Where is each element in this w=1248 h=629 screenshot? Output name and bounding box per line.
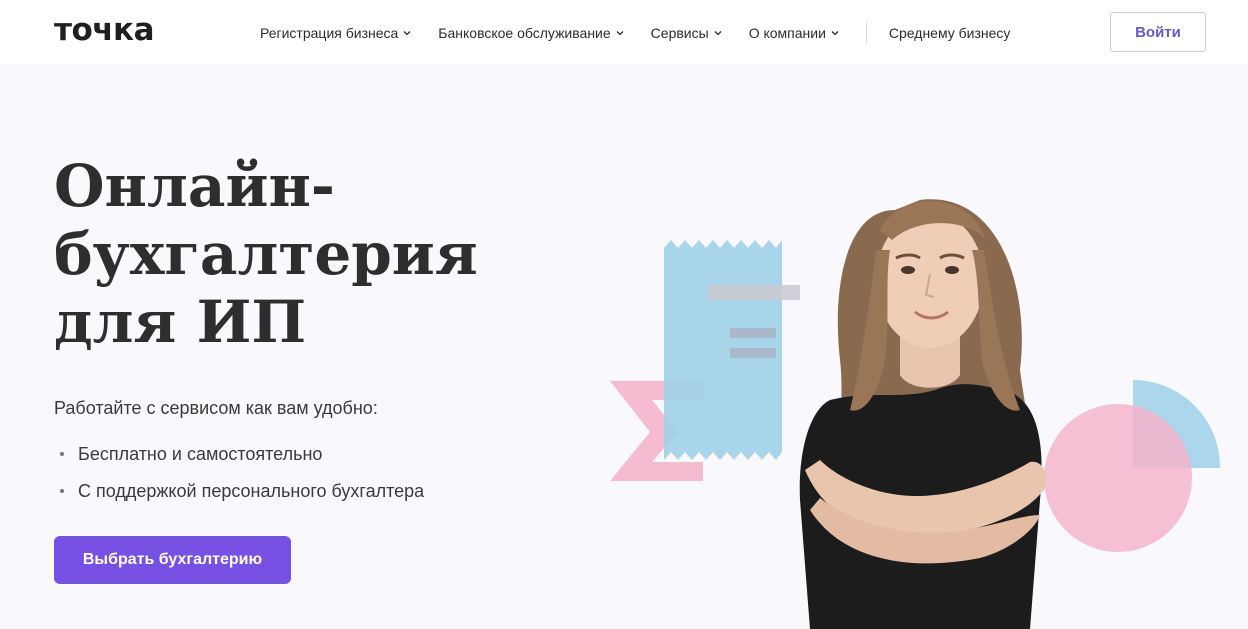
chevron-down-icon — [714, 31, 722, 36]
main-nav: Регистрация бизнеса Банковское обслужива… — [260, 22, 1036, 44]
chevron-down-icon — [616, 31, 624, 36]
nav-item-medium-business[interactable]: Среднему бизнесу — [889, 25, 1011, 41]
nav-item-label: О компании — [748, 25, 826, 41]
hero-title-line: для ИП — [54, 288, 307, 356]
list-item: С поддержкой персонального бухгалтера — [54, 479, 424, 516]
circle-shape — [1044, 404, 1192, 552]
top-navigation-bar: точка Регистрация бизнеса Банковское обс… — [0, 0, 1248, 64]
nav-item-business-registration[interactable]: Регистрация бизнеса — [260, 25, 412, 41]
tochka-logo[interactable]: точка — [54, 10, 155, 50]
nav-item-services[interactable]: Сервисы — [651, 25, 723, 41]
nav-item-label: Среднему бизнесу — [888, 25, 1011, 41]
nav-divider — [865, 22, 867, 44]
nav-item-label: Регистрация бизнеса — [260, 25, 399, 41]
chevron-down-icon — [403, 31, 411, 36]
bullet-dot-icon — [60, 489, 64, 493]
hero-title: Онлайн- бухгалтерия для ИП — [54, 152, 534, 356]
receipt-line — [730, 348, 776, 358]
list-item-text: С поддержкой персонального бухгалтера — [78, 481, 425, 501]
list-item: Бесплатно и самостоятельно — [54, 442, 424, 479]
chevron-down-icon — [831, 31, 839, 36]
nav-item-about[interactable]: О компании — [749, 25, 840, 41]
bullet-dot-icon — [60, 452, 64, 456]
receipt-line — [730, 328, 776, 338]
hero-title-line: Онлайн- — [54, 152, 335, 220]
hero-illustration — [610, 199, 1221, 629]
choose-accounting-button[interactable]: Выбрать бухгалтерию — [54, 536, 291, 584]
nav-item-label: Сервисы — [650, 25, 709, 41]
woman-photo — [799, 199, 1047, 629]
hero-subtitle: Работайте с сервисом как вам удобно: — [54, 398, 378, 418]
login-button[interactable]: Войти — [1110, 12, 1206, 52]
hero-title-line: бухгалтерия — [54, 220, 478, 288]
nav-item-label: Банковское обслуживание — [438, 25, 611, 41]
receipt-line — [708, 285, 800, 300]
hero-bullet-list: Бесплатно и самостоятельно С поддержкой … — [54, 442, 424, 516]
nav-item-banking[interactable]: Банковское обслуживание — [438, 25, 624, 41]
list-item-text: Бесплатно и самостоятельно — [78, 444, 323, 464]
